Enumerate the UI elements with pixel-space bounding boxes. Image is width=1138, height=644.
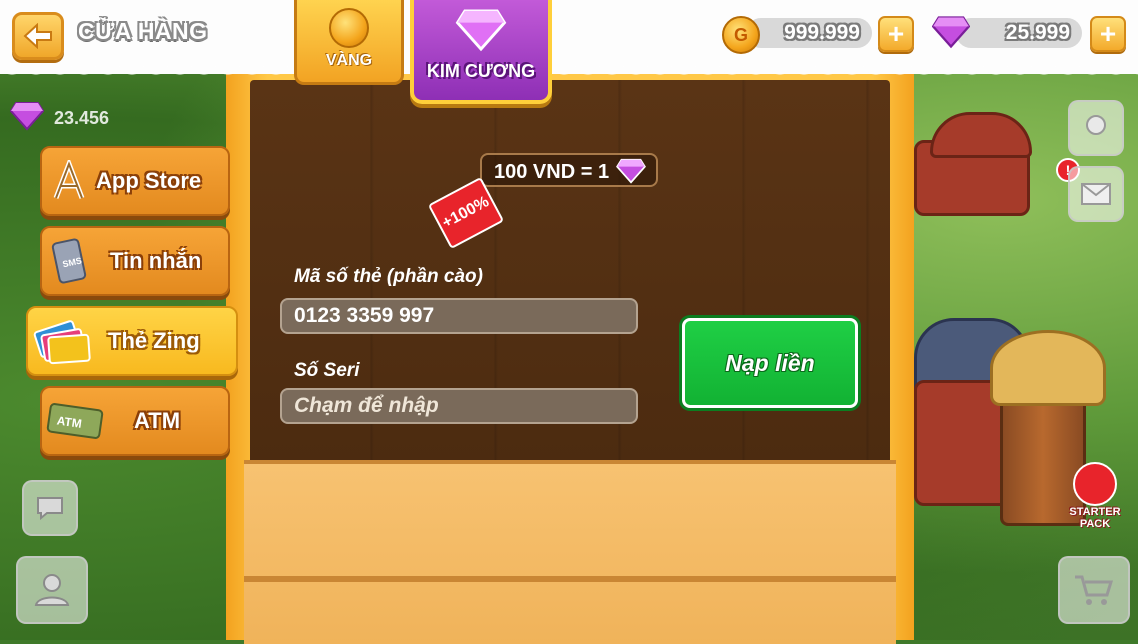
bonus-tag-label: +100% [439,193,492,232]
tab-diamond-label: KIM CƯƠNG [426,61,536,81]
gold-coin-icon: G [722,16,760,54]
tab-gold[interactable]: VÀNG [294,0,404,85]
sidebar-item-zing-card[interactable]: Thẻ Zing [26,306,238,376]
add-gold-button[interactable]: + [878,16,914,52]
plank-divider [244,576,896,582]
gold-balance: 999.999 [746,18,872,48]
diamond-icon [616,158,646,195]
sidebar-item-atm[interactable]: ATM ATM [40,386,230,456]
exchange-rate: 100 VND = 1 [480,153,658,187]
mail-button[interactable] [1068,166,1124,222]
starter-pack-icon [1073,462,1117,506]
starter-pack-label: STARTER PACK [1069,506,1121,530]
add-diamond-button[interactable]: + [1090,16,1126,52]
background-diamond-count: 23.456 [54,108,110,128]
sidebar-item-label: ATM [134,408,181,433]
chat-bubble-icon [37,497,63,521]
exchange-rate-text: 100 VND = 1 [494,161,610,183]
recharge-button[interactable]: Nạp liền [682,318,858,408]
straw-roof [990,330,1106,406]
tab-diamond[interactable]: KIM CƯƠNG [410,0,552,104]
zing-card-icon [28,316,98,366]
arrow-left-icon [23,23,52,49]
app-store-icon [42,156,96,206]
diamond-icon [932,16,970,49]
chat-button[interactable] [22,480,78,536]
back-button[interactable] [12,12,64,60]
sidebar-item-label: Tin nhắn [110,248,202,273]
atm-card-icon: ATM [42,396,108,446]
mail-icon [1081,183,1111,205]
profile-button[interactable] [1068,100,1124,156]
sms-phone-icon: SMS [42,236,96,286]
sidebar-item-app-store[interactable]: App Store [40,146,230,216]
diamond-balance: 25.999 [956,18,1082,48]
sidebar-item-label: App Store [96,168,202,193]
starter-pack-button[interactable]: STARTER PACK [1064,462,1126,530]
top-bar-snow-edge [0,62,1138,86]
card-code-label: Mã số thẻ (phần cào) [294,266,483,287]
tab-gold-label: VÀNG [325,52,373,69]
friends-icon [34,574,70,606]
shopping-cart-icon [1075,575,1114,605]
recharge-button-label: Nạp liền [725,349,815,376]
friends-button[interactable] [16,556,88,624]
diamond-icon [8,100,46,132]
sidebar-item-sms[interactable]: SMS Tin nhắn [40,226,230,296]
shop-panel-light-planks [244,460,896,644]
serial-label: Số Seri [294,360,360,381]
page-title: CỬA HÀNG [78,18,208,44]
cart-button[interactable] [1058,556,1130,624]
avatar-icon [1086,115,1106,135]
serial-input[interactable]: Chạm để nhập [280,388,638,424]
gold-coin-icon [329,8,369,48]
card-code-input[interactable]: 0123 3359 997 [280,298,638,334]
diamond-icon [454,8,508,57]
sidebar-item-label: Thẻ Zing [108,328,200,353]
